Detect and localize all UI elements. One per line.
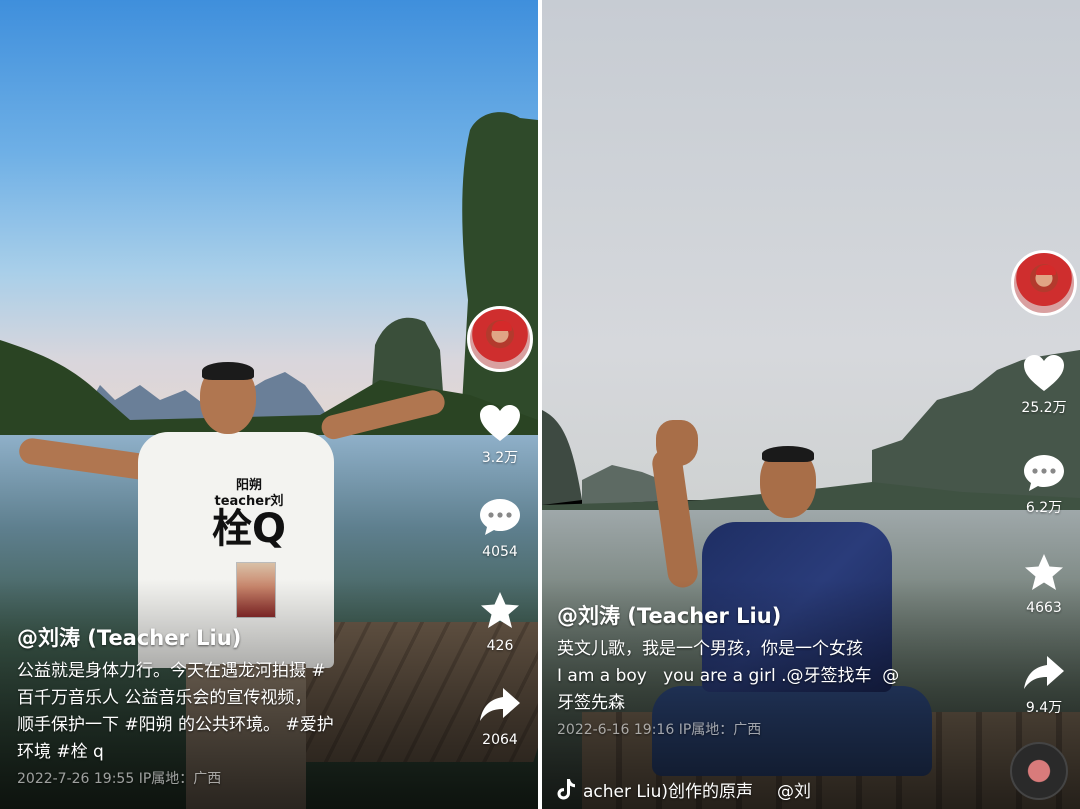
share-arrow-icon — [1021, 652, 1067, 694]
post-caption: @刘涛 (Teacher Liu) 英文儿歌，我是一个男孩，你是一个女孩 I a… — [557, 602, 987, 739]
like-count: 25.2万 — [1021, 400, 1067, 416]
karst-mountains — [0, 112, 538, 445]
star-icon — [1021, 552, 1067, 594]
music-disc-icon[interactable] — [1010, 742, 1068, 800]
comment-button[interactable]: 6.2万 — [1021, 452, 1067, 516]
like-count: 3.2万 — [481, 450, 519, 466]
description-line: 牙签先森 — [557, 693, 625, 713]
star-icon — [477, 590, 523, 632]
post-caption: @刘涛 (Teacher Liu) 公益就是身体力行。今天在遇龙河拍摄 # 百千… — [17, 624, 417, 788]
description-line: 公益就是身体力行。今天在遇龙河拍摄 # — [17, 661, 326, 681]
share-button[interactable]: 9.4万 — [1021, 652, 1067, 716]
music-info[interactable]: acher Liu)创作的原声 @刘 — [557, 776, 811, 802]
author-avatar[interactable] — [1011, 250, 1077, 316]
avatar-cap — [492, 321, 512, 331]
action-sidebar: 3.2万 4054 426 2064 — [462, 306, 538, 748]
share-arrow-icon — [477, 684, 523, 726]
like-button[interactable]: 25.2万 — [1021, 352, 1067, 416]
action-sidebar: 25.2万 6.2万 4663 9.4万 — [1006, 250, 1080, 716]
comment-count: 6.2万 — [1025, 500, 1063, 516]
post-description[interactable]: 英文儿歌，我是一个男孩，你是一个女孩 I am a boy you are a … — [557, 636, 987, 717]
share-count: 2064 — [482, 732, 518, 748]
post-description[interactable]: 公益就是身体力行。今天在遇龙河拍摄 # 百千万音乐人 公益音乐会的宣传视频， 顺… — [17, 658, 417, 766]
favorite-button[interactable]: 426 — [477, 590, 523, 654]
post-meta: 2022-7-26 19:55 IP属地：广西 — [17, 771, 222, 787]
comment-bubble-icon — [1021, 452, 1067, 494]
comment-button[interactable]: 4054 — [477, 496, 523, 560]
left-video-panel[interactable]: 阳朔 teacher刘 栓Q 3.2万 4054 426 2064 @刘涛 (T… — [0, 0, 538, 809]
person-hair — [202, 362, 254, 380]
description-line: 英文儿歌，我是一个男孩，你是一个女孩 — [557, 639, 863, 659]
like-button[interactable]: 3.2万 — [477, 402, 523, 466]
avatar-cap — [1036, 265, 1056, 275]
tiktok-note-icon — [557, 778, 575, 800]
share-count: 9.4万 — [1025, 700, 1063, 716]
right-video-panel[interactable]: 25.2万 6.2万 4663 9.4万 @刘涛 (Teacher Liu) 英… — [542, 0, 1080, 809]
author-name[interactable]: @刘涛 (Teacher Liu) — [557, 602, 987, 630]
favorite-button[interactable]: 4663 — [1021, 552, 1067, 616]
comment-bubble-icon — [477, 496, 523, 538]
heart-icon — [1021, 352, 1067, 394]
description-line: 顺手保护一下 #阳朔 的公共环境。 #爱护 — [17, 715, 334, 735]
description-line: 百千万音乐人 公益音乐会的宣传视频， — [17, 688, 312, 708]
author-name[interactable]: @刘涛 (Teacher Liu) — [17, 624, 417, 652]
music-author: @刘 — [777, 781, 811, 802]
comment-count: 4054 — [482, 544, 518, 560]
author-avatar[interactable] — [467, 306, 533, 372]
post-meta: 2022-6-16 19:16 IP属地：广西 — [557, 722, 762, 738]
shirt-print-big-text: 栓Q — [211, 506, 286, 552]
person-hand — [656, 420, 698, 466]
person-hair — [762, 446, 814, 462]
music-title: acher Liu)创作的原声 — [583, 781, 753, 802]
favorite-count: 426 — [486, 638, 514, 654]
description-line: 环境 #栓 q — [17, 742, 104, 762]
favorite-count: 4663 — [1026, 600, 1062, 616]
heart-icon — [477, 402, 523, 444]
share-button[interactable]: 2064 — [477, 684, 523, 748]
description-line: I am a boy you are a girl .@牙签找车 @ — [557, 666, 900, 686]
